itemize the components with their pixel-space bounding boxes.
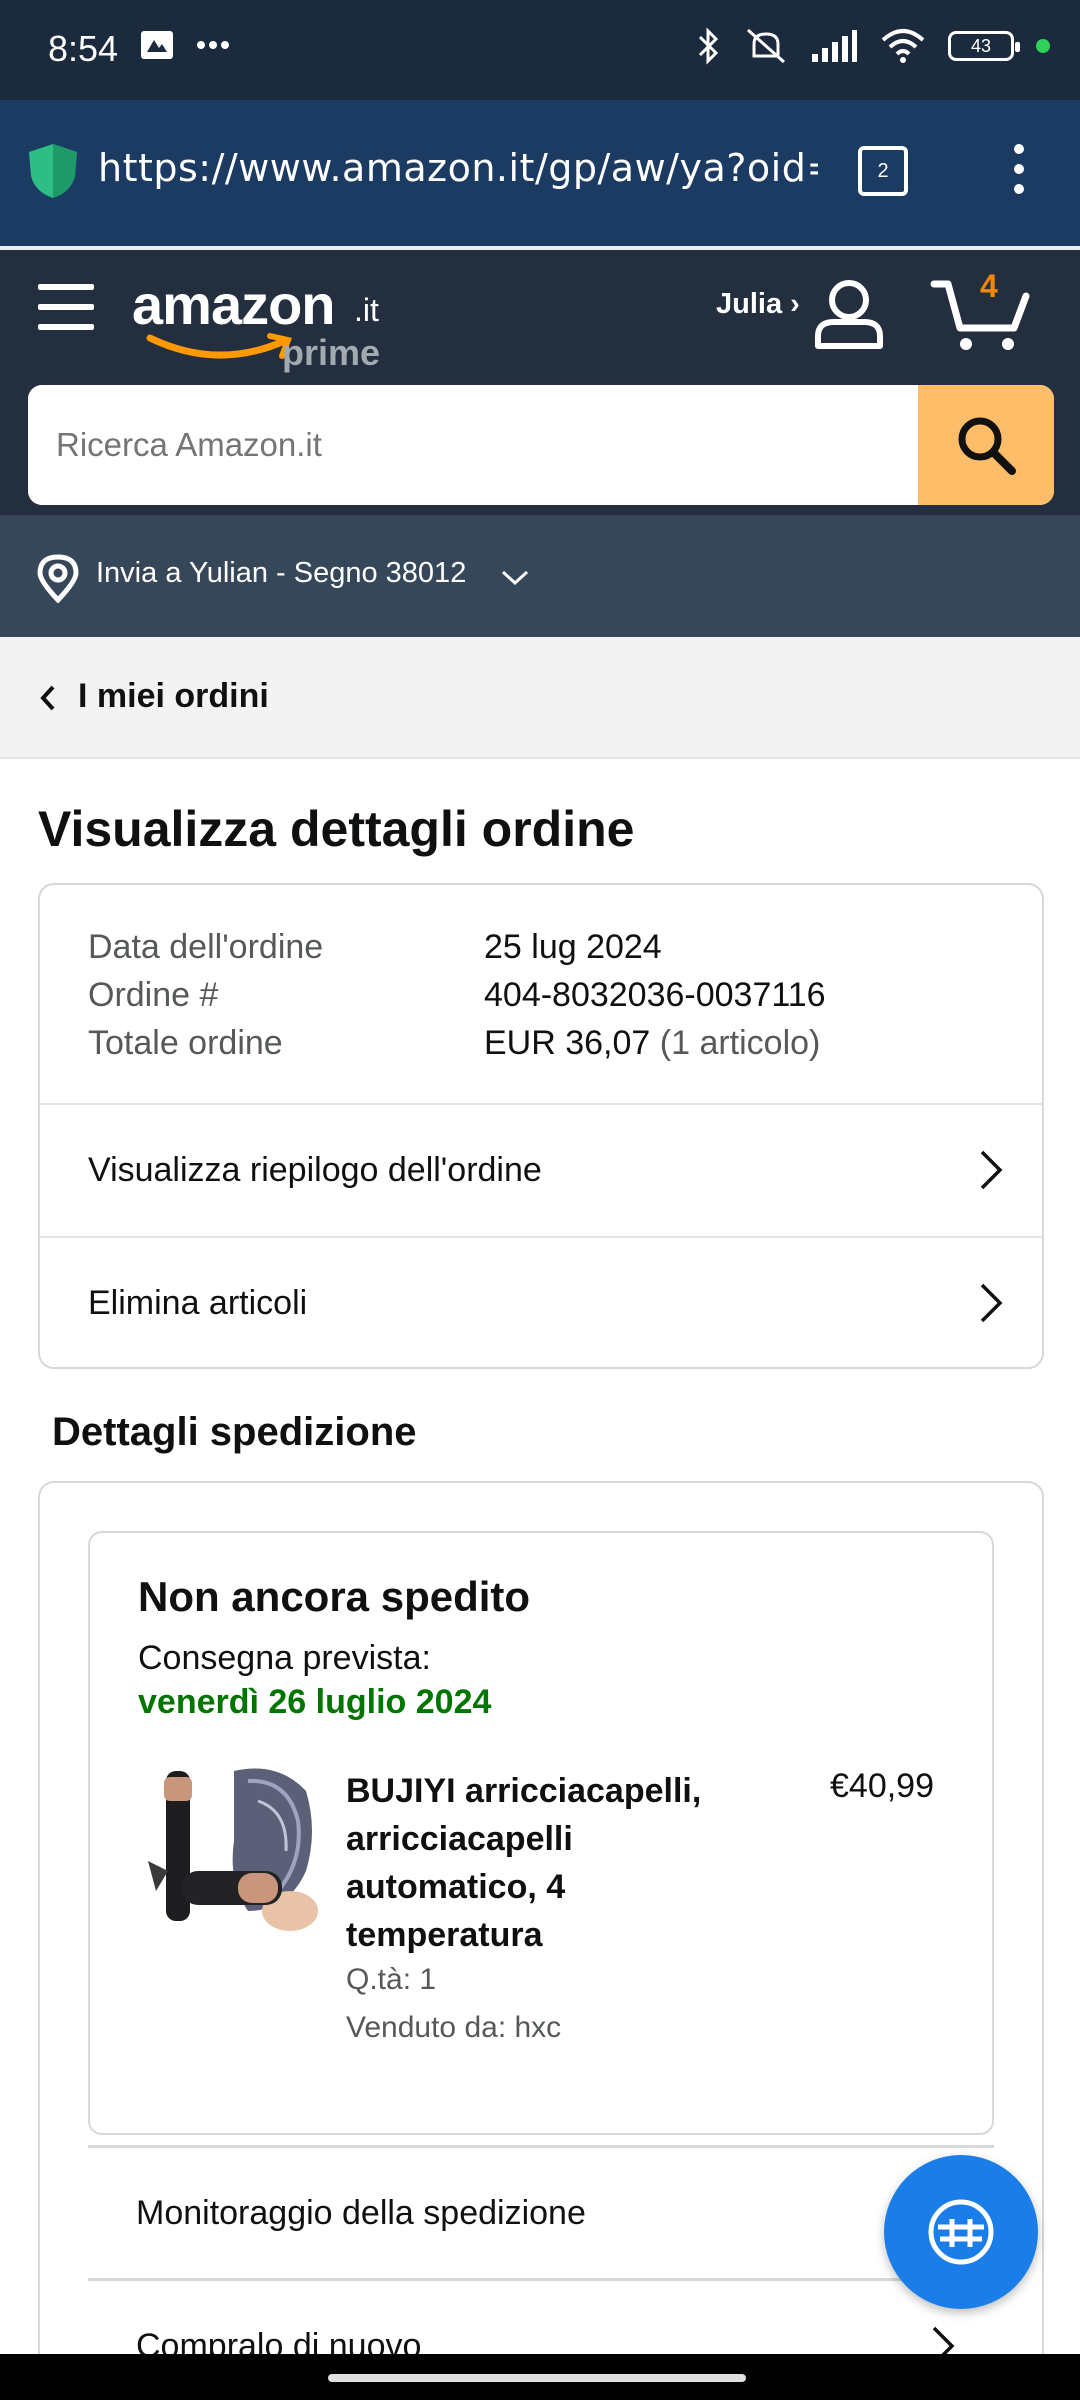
- track-shipment-button[interactable]: Monitoraggio della spedizione: [88, 2148, 994, 2278]
- search-input[interactable]: [28, 385, 918, 505]
- account-name[interactable]: Julia ›: [716, 288, 800, 321]
- notification-app-icon: [141, 31, 173, 59]
- logo-tld: .it: [354, 292, 379, 328]
- chat-assistant-icon: [928, 2199, 994, 2265]
- order-number-row: Ordine # 404-8032036-0037116: [88, 971, 1008, 1019]
- status-time: 8:54: [48, 28, 119, 69]
- signal-icon: [812, 30, 857, 62]
- status-bar: 8:54 43: [0, 0, 1080, 100]
- chevron-left-icon: [40, 685, 55, 711]
- logo-prime: prime: [282, 332, 381, 373]
- order-total-items: (1 articolo): [650, 1023, 821, 1062]
- logo-word: amazon: [132, 273, 335, 336]
- delete-items-link[interactable]: Elimina articoli: [40, 1238, 1042, 1368]
- order-total-value: EUR 36,07: [484, 1023, 651, 1062]
- order-summary-card: Data dell'ordine 25 lug 2024 Ordine # 40…: [38, 883, 1044, 1369]
- chevron-right-icon: [980, 1283, 1003, 1323]
- location-pin-icon: [37, 554, 79, 603]
- status-notification-icons: [140, 30, 230, 60]
- battery-indicator: 43: [948, 31, 1020, 61]
- amazon-logo[interactable]: amazon .it prime: [132, 272, 392, 382]
- page-title: Visualizza dettagli ordine: [38, 801, 635, 857]
- url-field[interactable]: https://www.amazon.it/gp/aw/ya?oid=404-8…: [98, 146, 818, 190]
- delete-items-label: Elimina articoli: [88, 1283, 308, 1322]
- order-total-label: Totale ordine: [88, 1023, 283, 1062]
- wifi-icon: [881, 29, 925, 63]
- location-text: Invia a Yulian - Segno 38012: [96, 557, 467, 589]
- chevron-right-icon: [980, 1150, 1003, 1190]
- order-info: Data dell'ordine 25 lug 2024 Ordine # 40…: [88, 923, 1008, 1067]
- search-icon: [958, 417, 1016, 475]
- view-order-summary-label: Visualizza riepilogo dell'ordine: [88, 1150, 542, 1189]
- delivery-location-bar[interactable]: Invia a Yulian - Segno 38012: [0, 515, 1080, 637]
- search-button[interactable]: [918, 385, 1054, 505]
- cart-count-badge[interactable]: 4: [980, 268, 998, 305]
- product-price: €40,99: [830, 1767, 934, 1805]
- menu-icon[interactable]: [38, 284, 94, 330]
- order-number-value: 404-8032036-0037116: [484, 975, 826, 1014]
- home-gesture-handle[interactable]: [328, 2374, 746, 2382]
- order-date-label: Data dell'ordine: [88, 927, 324, 966]
- shipment-section-title: Dettagli spedizione: [52, 1410, 417, 1454]
- track-shipment-label: Monitoraggio della spedizione: [136, 2193, 586, 2232]
- privacy-indicator-dot: [1036, 39, 1050, 53]
- more-notifications-icon: [197, 41, 229, 49]
- breadcrumb[interactable]: I miei ordini: [0, 637, 1080, 759]
- battery-level: 43: [970, 35, 992, 56]
- shipment-status: Non ancora spedito: [138, 1573, 531, 1620]
- order-date-row: Data dell'ordine 25 lug 2024: [88, 923, 1008, 971]
- chat-assistant-button[interactable]: [884, 2155, 1038, 2309]
- search-bar: [28, 385, 1054, 505]
- tabs-button[interactable]: 2: [858, 146, 908, 196]
- chevron-down-icon: [501, 570, 529, 586]
- browser-toolbar: https://www.amazon.it/gp/aw/ya?oid=404-8…: [0, 100, 1080, 246]
- order-number-label: Ordine #: [88, 975, 219, 1014]
- shipment-item-card: Non ancora spedito Consegna prevista: ve…: [88, 1531, 994, 2135]
- shield-icon[interactable]: [26, 142, 80, 200]
- status-system-icons: 43: [696, 26, 1050, 66]
- product-quantity: Q.tà: 1: [346, 1963, 437, 1996]
- bluetooth-icon: [698, 27, 719, 65]
- order-date-value: 25 lug 2024: [484, 927, 662, 966]
- delivery-date: venerdì 26 luglio 2024: [138, 1683, 492, 1721]
- delivery-label: Consegna prevista:: [138, 1639, 431, 1677]
- browser-menu-button[interactable]: [1014, 144, 1024, 194]
- product-image[interactable]: [138, 1761, 318, 1941]
- amazon-header: amazon .it prime Julia › 4: [0, 250, 1080, 515]
- mute-icon: [747, 28, 785, 64]
- product-title[interactable]: BUJIYI arricciacapelli, arricciacapelli …: [346, 1767, 746, 1959]
- account-icon[interactable]: [812, 276, 886, 350]
- order-total-row: Totale ordine EUR 36,07 (1 articolo): [88, 1019, 1008, 1067]
- logo-smile-icon: [146, 333, 293, 359]
- product-seller: Venduto da: hxc: [346, 2011, 562, 2044]
- breadcrumb-label: I miei ordini: [78, 677, 269, 715]
- system-navigation-bar: [0, 2354, 1080, 2400]
- view-order-summary-link[interactable]: Visualizza riepilogo dell'ordine: [40, 1105, 1042, 1235]
- tab-count: 2: [877, 159, 889, 182]
